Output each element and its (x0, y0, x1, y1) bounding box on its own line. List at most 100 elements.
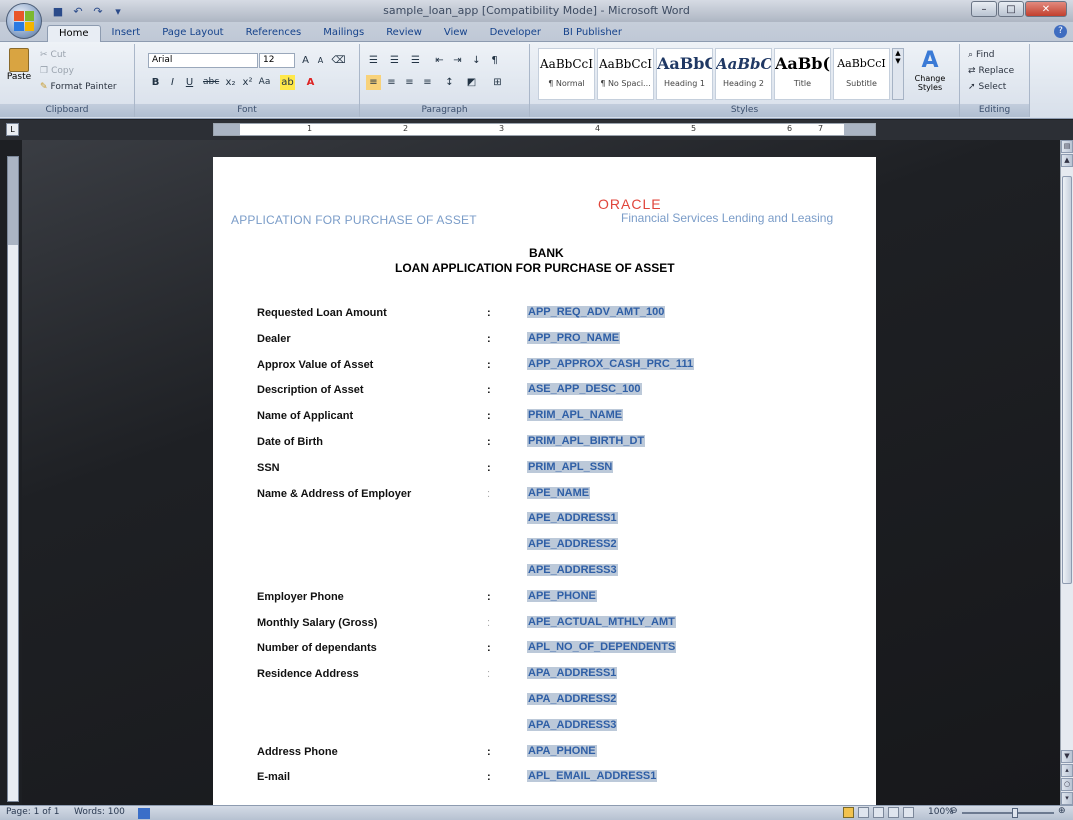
change-styles-button[interactable]: A Change Styles (910, 48, 950, 100)
bold-icon[interactable]: B (148, 75, 163, 90)
justify-icon[interactable]: ≡ (420, 75, 435, 90)
field-placeholder[interactable]: APP_PRO_NAME (527, 332, 621, 344)
tab-page-layout[interactable]: Page Layout (151, 25, 234, 43)
tab-home[interactable]: Home (47, 25, 101, 43)
superscript-icon[interactable]: x² (240, 75, 255, 90)
field-placeholder[interactable]: ASE_APP_DESC_100 (527, 383, 642, 395)
outline-view-icon[interactable] (888, 807, 899, 818)
multilevel-list-icon[interactable]: ☰ (408, 53, 423, 68)
field-placeholder[interactable]: PRIM_APL_BIRTH_DT (527, 435, 646, 447)
align-left-icon[interactable]: ≡ (366, 75, 381, 90)
field-placeholder[interactable]: APE_ADDRESS1 (527, 512, 618, 524)
field-placeholder[interactable]: APE_NAME (527, 487, 591, 499)
italic-icon[interactable]: I (165, 75, 180, 90)
zoom-slider[interactable] (962, 812, 1054, 814)
scroll-thumb[interactable] (1062, 176, 1072, 584)
align-center-icon[interactable]: ≡ (384, 75, 399, 90)
field-placeholder[interactable]: APP_APPROX_CASH_PRC_111 (527, 358, 695, 370)
font-size-field[interactable]: 12 (259, 53, 295, 68)
save-icon[interactable]: ■ (50, 3, 66, 19)
style-heading-2[interactable]: AaBbCc Heading 2 (715, 48, 772, 100)
font-name-field[interactable]: Arial (148, 53, 258, 68)
sort-icon[interactable]: ↓ (469, 53, 484, 68)
page-count[interactable]: Page: 1 of 1 (6, 807, 60, 817)
font-color-icon[interactable]: A (303, 75, 318, 90)
paste-button[interactable]: Paste (4, 48, 34, 98)
clear-format-icon[interactable]: ⌫ (331, 53, 346, 68)
field-placeholder[interactable]: APA_ADDRESS3 (527, 719, 618, 731)
field-placeholder[interactable]: APL_EMAIL_ADDRESS1 (527, 770, 658, 782)
shading-icon[interactable]: ◩ (464, 75, 479, 90)
customize-qat-icon[interactable]: ▾ (110, 3, 126, 19)
field-placeholder[interactable]: APA_PHONE (527, 745, 597, 757)
help-icon[interactable]: ? (1054, 25, 1067, 38)
tab-developer[interactable]: Developer (479, 25, 552, 43)
tab-bi-publisher[interactable]: BI Publisher (552, 25, 633, 43)
redo-icon[interactable]: ↷ (90, 3, 106, 19)
scroll-up-icon[interactable]: ▲ (1061, 154, 1073, 167)
zoom-slider-knob[interactable] (1012, 808, 1018, 818)
zoom-out-icon[interactable]: ⊖ (950, 806, 958, 816)
field-placeholder[interactable]: APE_ACTUAL_MTHLY_AMT (527, 616, 676, 628)
highlight-icon[interactable]: ab (280, 75, 295, 90)
vertical-scrollbar[interactable]: ▤ ▲ ▼ ▴ ○ ▾ (1060, 140, 1073, 805)
replace-button[interactable]: ⇄ Replace (968, 66, 1014, 76)
tab-insert[interactable]: Insert (101, 25, 152, 43)
style-no-spacing[interactable]: AaBbCcI ¶ No Spaci... (597, 48, 654, 100)
ruler-toggle-icon[interactable]: ▤ (1061, 140, 1073, 153)
borders-icon[interactable]: ⊞ (490, 75, 505, 90)
field-placeholder[interactable]: APP_REQ_ADV_AMT_100 (527, 306, 666, 318)
field-placeholder[interactable]: APE_ADDRESS3 (527, 564, 618, 576)
web-layout-icon[interactable] (873, 807, 884, 818)
underline-icon[interactable]: U (182, 75, 197, 90)
document-area[interactable]: APPLICATION FOR PURCHASE OF ASSET ORACLE… (22, 140, 1060, 805)
tab-references[interactable]: References (235, 25, 313, 43)
field-placeholder[interactable]: APL_NO_OF_DEPENDENTS (527, 641, 677, 653)
previous-page-icon[interactable]: ▴ (1061, 764, 1073, 777)
field-placeholder[interactable]: PRIM_APL_NAME (527, 409, 624, 421)
scroll-down-icon[interactable]: ▼ (1061, 750, 1073, 763)
style-subtitle[interactable]: AaBbCcI Subtitle (833, 48, 890, 100)
word-count[interactable]: Words: 100 (74, 807, 125, 817)
grow-font-icon[interactable]: A (298, 53, 313, 68)
tab-review[interactable]: Review (375, 25, 433, 43)
field-placeholder[interactable]: PRIM_APL_SSN (527, 461, 614, 473)
shrink-font-icon[interactable]: A (313, 53, 328, 68)
undo-icon[interactable]: ↶ (70, 3, 86, 19)
vertical-ruler[interactable] (7, 156, 19, 802)
next-page-icon[interactable]: ▾ (1061, 792, 1073, 805)
tab-selector-icon[interactable]: L (6, 123, 19, 136)
strikethrough-icon[interactable]: abc (203, 75, 219, 90)
show-marks-icon[interactable]: ¶ (487, 53, 502, 68)
change-case-icon[interactable]: Aa (257, 75, 272, 90)
find-button[interactable]: ⌕ Find (968, 50, 995, 60)
format-painter-button[interactable]: ✎ Format Painter (40, 82, 117, 92)
subscript-icon[interactable]: x₂ (223, 75, 238, 90)
maximize-button[interactable]: □ (998, 1, 1024, 17)
line-spacing-icon[interactable]: ↕ (442, 75, 457, 90)
minimize-button[interactable]: – (971, 1, 997, 17)
style-heading-1[interactable]: AaBbC( Heading 1 (656, 48, 713, 100)
cut-button[interactable]: ✂ Cut (40, 50, 66, 60)
align-right-icon[interactable]: ≡ (402, 75, 417, 90)
horizontal-ruler[interactable]: 1 2 3 4 5 6 7 (213, 123, 876, 136)
copy-button[interactable]: ❐ Copy (40, 66, 74, 76)
close-button[interactable]: ✕ (1025, 1, 1067, 17)
field-placeholder[interactable]: APE_PHONE (527, 590, 597, 602)
style-normal[interactable]: AaBbCcI ¶ Normal (538, 48, 595, 100)
proofing-icon[interactable] (138, 808, 150, 819)
numbering-icon[interactable]: ☰ (387, 53, 402, 68)
tab-view[interactable]: View (433, 25, 479, 43)
select-button[interactable]: ➚ Select (968, 82, 1006, 92)
style-title[interactable]: AaBb( Title (774, 48, 831, 100)
print-layout-icon[interactable] (843, 807, 854, 818)
styles-scroll-icon[interactable]: ▲ ▼ (892, 48, 904, 100)
field-placeholder[interactable]: APE_ADDRESS2 (527, 538, 618, 550)
decrease-indent-icon[interactable]: ⇤ (432, 53, 447, 68)
bullets-icon[interactable]: ☰ (366, 53, 381, 68)
document-page[interactable]: APPLICATION FOR PURCHASE OF ASSET ORACLE… (213, 157, 876, 805)
draft-view-icon[interactable] (903, 807, 914, 818)
office-button[interactable] (6, 3, 42, 39)
field-placeholder[interactable]: APA_ADDRESS2 (527, 693, 618, 705)
zoom-in-icon[interactable]: ⊕ (1058, 806, 1066, 816)
